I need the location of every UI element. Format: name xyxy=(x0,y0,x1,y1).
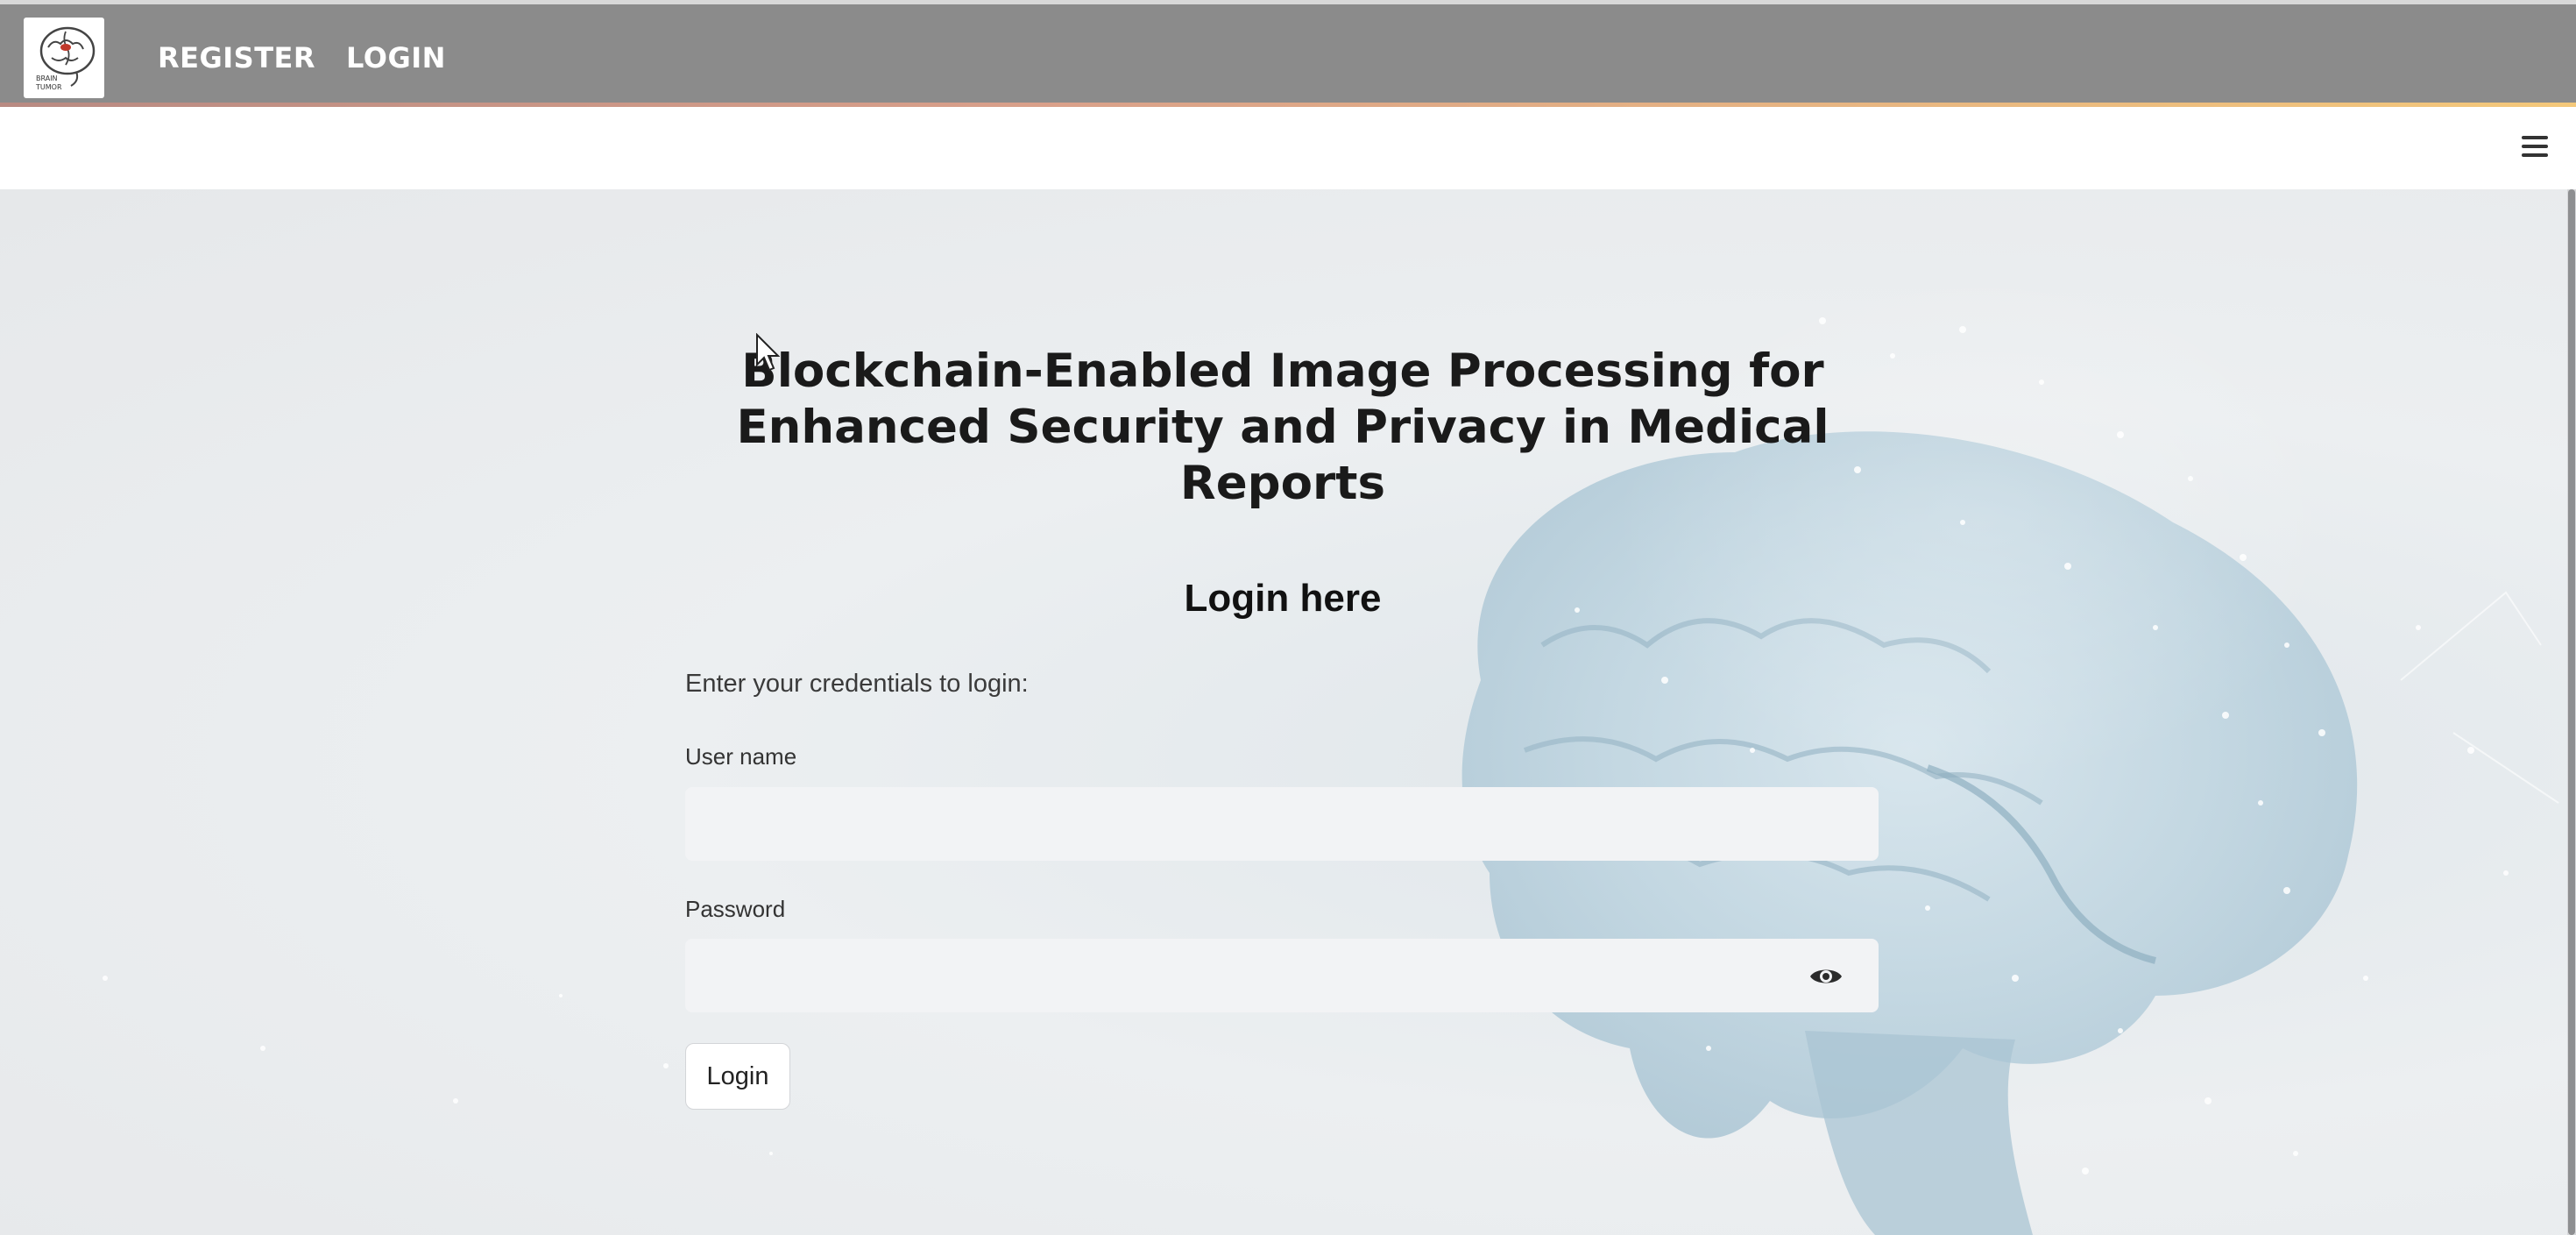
hamburger-menu-icon[interactable] xyxy=(2522,136,2548,159)
mouse-pointer-icon xyxy=(755,332,781,376)
login-button[interactable]: Login xyxy=(685,1043,790,1110)
svg-text:TUMOR: TUMOR xyxy=(35,83,62,91)
password-input[interactable] xyxy=(685,939,1879,1012)
eye-icon[interactable] xyxy=(1807,961,1845,992)
app-header-bar xyxy=(0,107,2576,189)
page-scrollbar[interactable] xyxy=(2567,189,2576,1235)
svg-text:BRAIN: BRAIN xyxy=(36,75,58,82)
username-input[interactable] xyxy=(685,787,1879,861)
login-page: BRAIN TUMOR REGISTER LOGIN Blockchain-En… xyxy=(0,0,2576,1235)
login-heading: Login here xyxy=(1184,577,1382,620)
brain-tumor-logo-icon[interactable]: BRAIN TUMOR xyxy=(24,18,104,98)
scrollbar-thumb[interactable] xyxy=(2568,189,2575,1235)
top-navigation-bar: BRAIN TUMOR REGISTER LOGIN xyxy=(0,0,2576,107)
nav-register-link[interactable]: REGISTER xyxy=(158,41,315,75)
password-label: Password xyxy=(685,896,786,922)
page-title: Blockchain-Enabled Image Processing for … xyxy=(736,344,1829,510)
login-instructions: Enter your credentials to login: xyxy=(685,670,1029,698)
nav-login-link[interactable]: LOGIN xyxy=(346,41,446,75)
username-label: User name xyxy=(685,743,797,770)
